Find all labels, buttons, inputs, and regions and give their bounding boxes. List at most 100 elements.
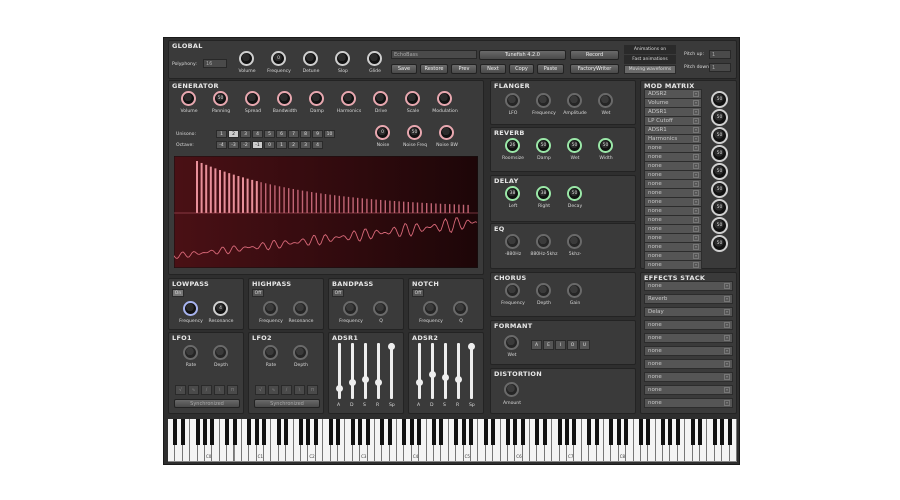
- mod-amount-knob-2[interactable]: 50: [711, 127, 728, 144]
- preset-button-1[interactable]: Restore: [420, 64, 448, 74]
- effect-slot-0[interactable]: none ▾: [644, 281, 733, 291]
- gen-knob-6[interactable]: [373, 91, 388, 106]
- black-key-1[interactable]: [180, 419, 185, 445]
- adsr1-slider-D[interactable]: [351, 343, 354, 399]
- adsr2-slider-A[interactable]: [418, 343, 421, 399]
- mod-amount-knob-4[interactable]: 50: [711, 163, 728, 180]
- lowpass-toggle[interactable]: On: [172, 289, 184, 297]
- black-key-4[interactable]: [202, 419, 207, 445]
- lfo2-ramp-down-icon[interactable]: \: [294, 385, 305, 395]
- black-key-36[interactable]: [439, 419, 444, 445]
- black-key-46[interactable]: [513, 419, 518, 445]
- gen-knob-8[interactable]: [437, 91, 452, 106]
- reverb-knob-3[interactable]: 50: [598, 138, 613, 153]
- reverb-knob-0[interactable]: 26: [505, 138, 520, 153]
- gen-knob-2[interactable]: [245, 91, 260, 106]
- black-key-67[interactable]: [668, 419, 673, 445]
- gen-knob-0[interactable]: [181, 91, 196, 106]
- gen-knob-5[interactable]: [341, 91, 356, 106]
- preset-button-2[interactable]: Prev: [451, 64, 477, 74]
- unisono-2[interactable]: 2: [228, 130, 239, 138]
- black-key-60[interactable]: [616, 419, 621, 445]
- chorus-knob-0[interactable]: [505, 283, 520, 298]
- notch-knob-0[interactable]: [423, 301, 438, 316]
- adsr2-handle-Sp[interactable]: [468, 342, 475, 350]
- black-key-74[interactable]: [720, 419, 725, 445]
- octave--4[interactable]: -4: [216, 141, 227, 149]
- anim-option-1[interactable]: Fast animations: [624, 55, 676, 64]
- pitch-down-field[interactable]: 1: [709, 63, 731, 72]
- highpass-knob-0[interactable]: [263, 301, 278, 316]
- black-key-73[interactable]: [712, 419, 717, 445]
- lfo2-knob-1[interactable]: [293, 345, 308, 360]
- version-button[interactable]: Tunefish 4.2.0: [479, 50, 566, 60]
- bandpass-knob-1[interactable]: [373, 301, 388, 316]
- lfo2-saw-icon[interactable]: ∿: [268, 385, 279, 395]
- lfo2-square-icon[interactable]: ⊓: [307, 385, 318, 395]
- vowel-A[interactable]: A: [531, 340, 542, 350]
- black-key-22[interactable]: [335, 419, 340, 445]
- adsr1-handle-R[interactable]: [375, 379, 382, 387]
- octave--3[interactable]: -3: [228, 141, 239, 149]
- effect-slot-9[interactable]: none ▾: [644, 398, 733, 408]
- chorus-knob-2[interactable]: [567, 283, 582, 298]
- effect-slot-4[interactable]: none ▾: [644, 333, 733, 343]
- flanger-knob-3[interactable]: [598, 93, 613, 108]
- delay-knob-0[interactable]: 38: [505, 186, 520, 201]
- global-knob-4[interactable]: [367, 51, 382, 66]
- adsr1-handle-S[interactable]: [362, 376, 369, 384]
- anim-option-2[interactable]: Moving waveforms: [624, 65, 676, 74]
- flanger-knob-0[interactable]: [505, 93, 520, 108]
- black-key-7[interactable]: [225, 419, 230, 445]
- piano-keyboard[interactable]: C0 C1 C2 C3 C4 C5 C6 C7 C8: [168, 419, 737, 462]
- unisono-3[interactable]: 3: [240, 130, 251, 138]
- record-button[interactable]: Record: [570, 50, 619, 60]
- unisono-5[interactable]: 5: [264, 130, 275, 138]
- effect-slot-5[interactable]: none ▾: [644, 346, 733, 356]
- adsr1-handle-D[interactable]: [349, 379, 356, 387]
- adsr2-slider-S[interactable]: [444, 343, 447, 399]
- black-key-68[interactable]: [675, 419, 680, 445]
- unisono-1[interactable]: 1: [216, 130, 227, 138]
- mod-amount-knob-6[interactable]: 50: [711, 199, 728, 216]
- octave--1[interactable]: -1: [252, 141, 263, 149]
- global-knob-2[interactable]: [303, 51, 318, 66]
- mod-amount-knob-8[interactable]: 50: [711, 235, 728, 252]
- preset-button-5[interactable]: Paste: [537, 64, 564, 74]
- black-key-24[interactable]: [350, 419, 355, 445]
- eq-knob-2[interactable]: [567, 234, 582, 249]
- vowel-E[interactable]: E: [543, 340, 554, 350]
- notch-knob-1[interactable]: [453, 301, 468, 316]
- black-key-25[interactable]: [358, 419, 363, 445]
- lowpass-knob-0[interactable]: [183, 301, 198, 316]
- delay-knob-1[interactable]: 38: [536, 186, 551, 201]
- reverb-knob-1[interactable]: 50: [536, 138, 551, 153]
- black-key-12[interactable]: [262, 419, 267, 445]
- lfo1-ramp-down-icon[interactable]: \: [214, 385, 225, 395]
- adsr2-handle-R[interactable]: [455, 376, 462, 384]
- effect-slot-1[interactable]: Reverb ▾: [644, 294, 733, 304]
- vowel-I[interactable]: I: [555, 340, 566, 350]
- black-key-59[interactable]: [609, 419, 614, 445]
- gen-knob-3[interactable]: [277, 91, 292, 106]
- octave-2[interactable]: 2: [288, 141, 299, 149]
- black-key-53[interactable]: [565, 419, 570, 445]
- adsr1-slider-S[interactable]: [364, 343, 367, 399]
- black-key-31[interactable]: [402, 419, 407, 445]
- lfo1-sine-icon[interactable]: √: [175, 385, 186, 395]
- preset-button-6[interactable]: FactoryWriter: [570, 64, 619, 74]
- eq-knob-1[interactable]: [536, 234, 551, 249]
- effect-slot-2[interactable]: Delay ▾: [644, 307, 733, 317]
- black-key-21[interactable]: [328, 419, 333, 445]
- unisono-7[interactable]: 7: [288, 130, 299, 138]
- pitch-up-field[interactable]: 1: [709, 50, 731, 59]
- noise-knob-1[interactable]: 50: [407, 125, 422, 140]
- black-key-42[interactable]: [483, 419, 488, 445]
- unisono-4[interactable]: 4: [252, 130, 263, 138]
- formant-wet-knob[interactable]: [504, 335, 519, 350]
- unisono-6[interactable]: 6: [276, 130, 287, 138]
- mod-amount-knob-1[interactable]: 50: [711, 109, 728, 126]
- black-key-19[interactable]: [313, 419, 318, 445]
- noise-knob-0[interactable]: 0: [375, 125, 390, 140]
- unisono-8[interactable]: 8: [300, 130, 311, 138]
